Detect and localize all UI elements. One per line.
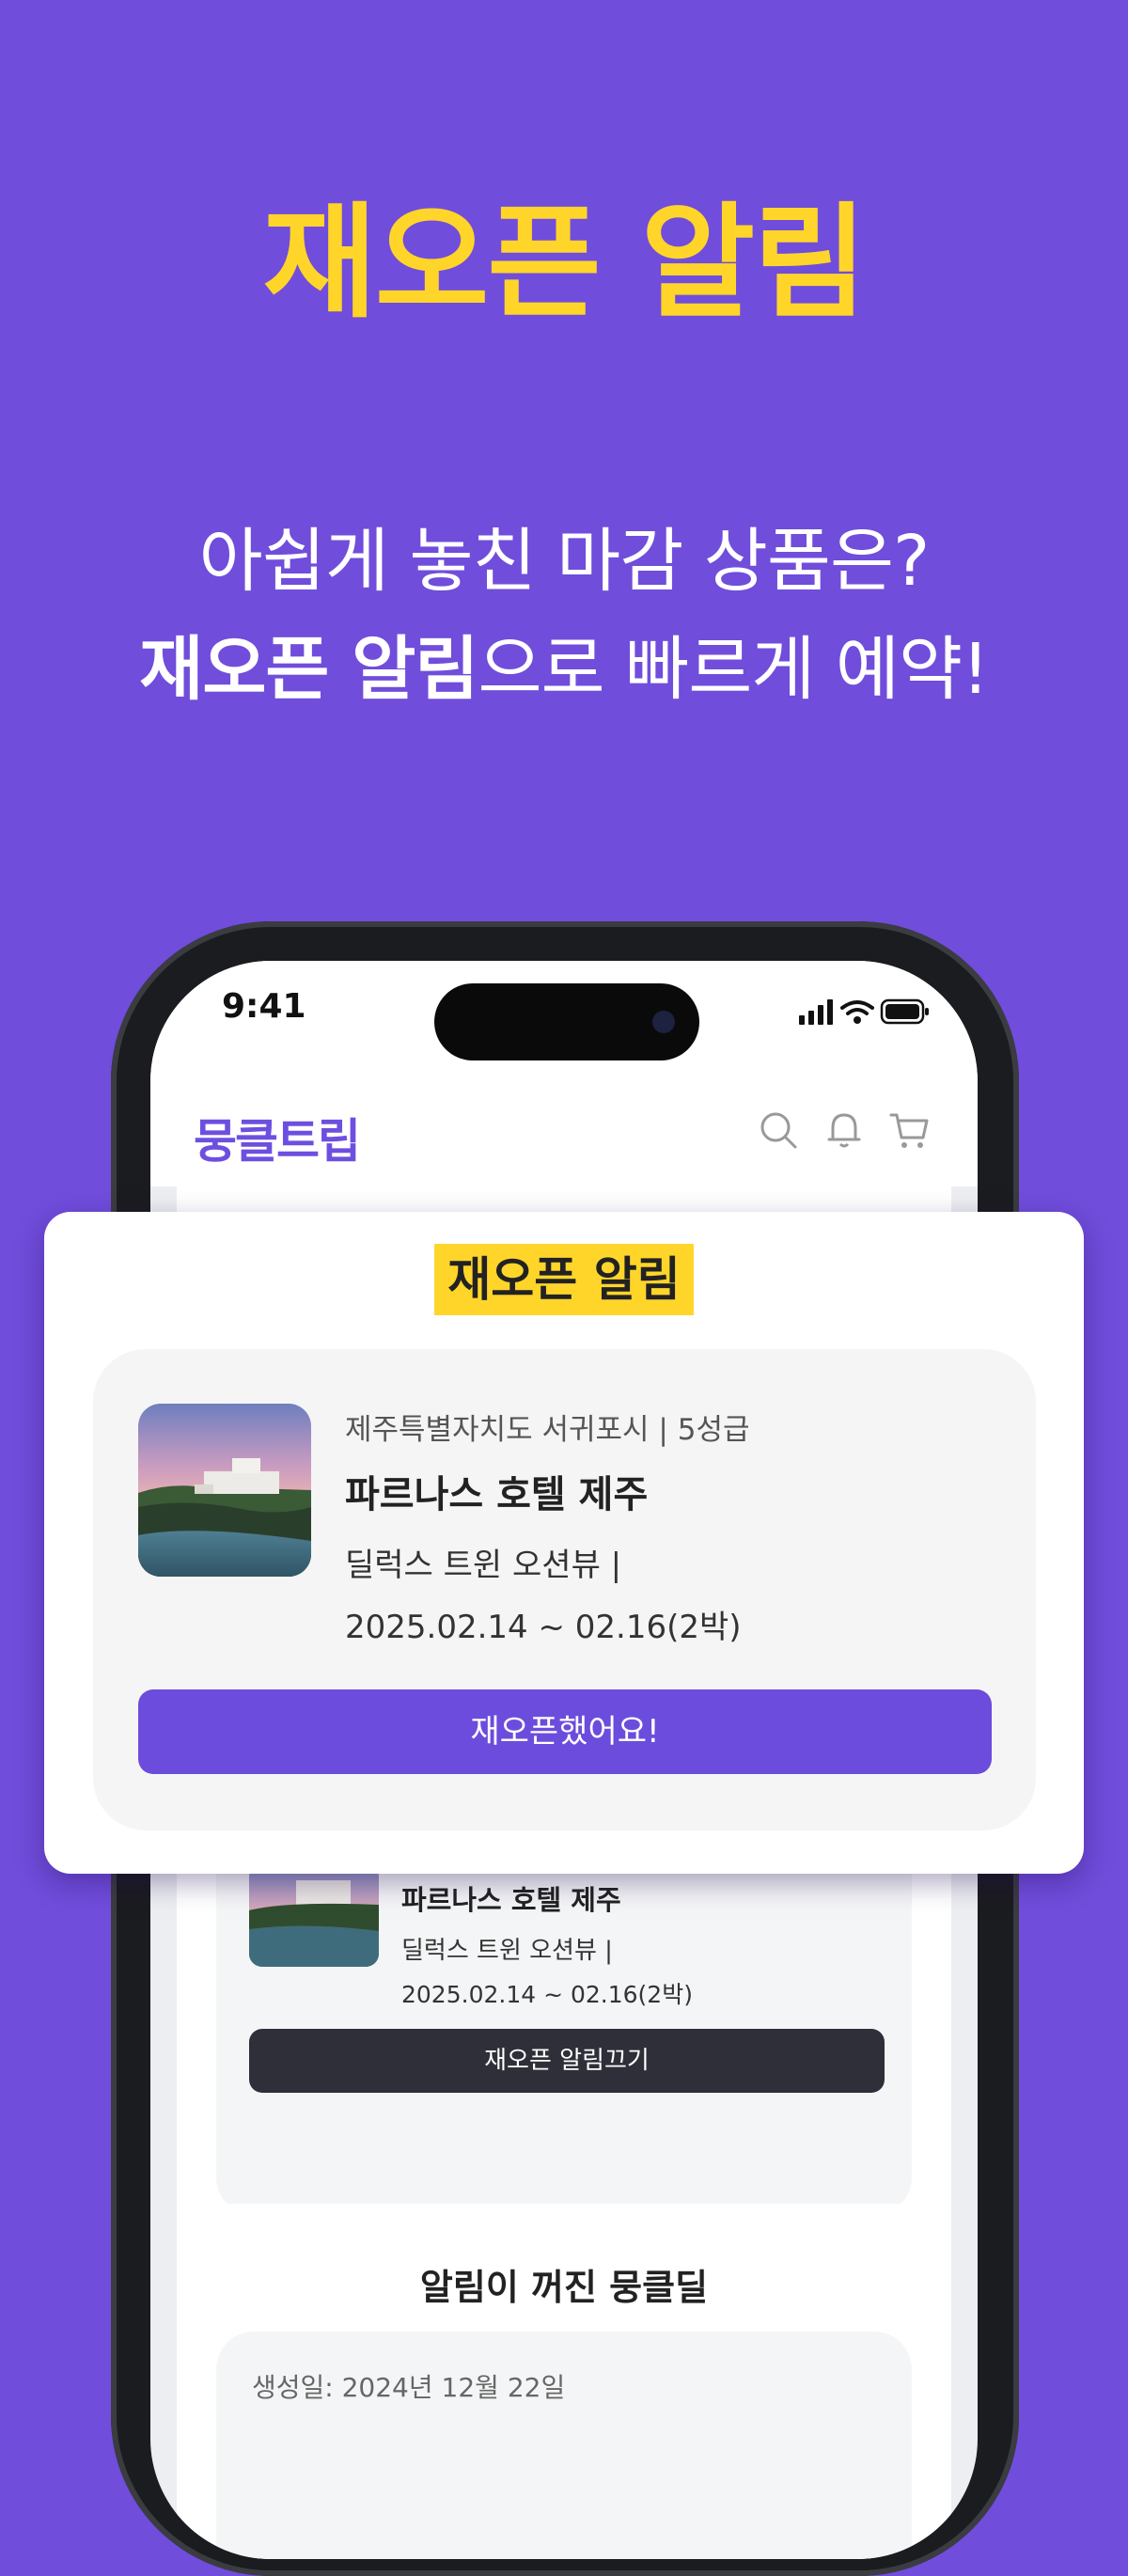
battery-icon	[880, 998, 929, 1025]
cart-icon[interactable]	[887, 1107, 932, 1153]
app-header: 뭉클트립	[150, 1074, 978, 1186]
bell-icon[interactable]	[822, 1107, 867, 1153]
subtitle-rest: 으로 빠르게 예약!	[478, 629, 989, 710]
room-type: 딜럭스 트윈 오션뷰 |	[401, 1937, 613, 1965]
stay-dates: 2025.02.14 ~ 02.16(2박)	[401, 1981, 693, 2008]
popup-title: 재오픈 알림	[434, 1244, 694, 1315]
created-date: 생성일: 2024년 12월 22일	[252, 2372, 566, 2403]
reopened-button[interactable]: 재오픈했어요!	[138, 1689, 992, 1774]
hotel-name: 파르나스 호텔 제주	[401, 1884, 621, 1916]
popup-hotel-name: 파르나스 호텔 제주	[345, 1473, 649, 1516]
subtitle-line-2: 재오픈 알림으로 빠르게 예약!	[0, 627, 1128, 712]
off-alert-item	[216, 2332, 912, 2559]
subtitle-line-1: 아쉽게 놓친 마감 상품은?	[198, 521, 931, 602]
dynamic-island	[434, 983, 699, 1060]
status-icons	[799, 998, 929, 1025]
hotel-location: 제주특별자치도 서귀포시 | 5성급	[345, 1413, 750, 1447]
status-time: 9:41	[222, 987, 306, 1026]
cellular-signal-icon	[799, 999, 833, 1025]
hotel-photo-small	[249, 1863, 379, 1967]
reopen-alert-popup: 재오픈 알림 제주특별자치도 서귀포시 | 5성급 파르나스 호텔 제주 딜럭스…	[44, 1212, 1084, 1874]
popup-stay-dates: 2025.02.14 ~ 02.16(2박)	[345, 1609, 742, 1646]
status-bar: 9:41	[150, 961, 978, 1074]
off-alerts-title: 알림이 꺼진 뭉클딜	[419, 2267, 709, 2308]
popup-room-type: 딜럭스 트윈 오션뷰 |	[345, 1547, 622, 1584]
app-logo[interactable]: 뭉클트립	[194, 1104, 361, 1171]
wifi-icon	[840, 1000, 874, 1015]
search-icon[interactable]	[756, 1107, 801, 1153]
camera-icon	[652, 1011, 675, 1033]
hotel-photo	[138, 1404, 311, 1577]
popup-title-wrap: 재오픈 알림	[44, 1244, 1084, 1315]
headline: 재오픈 알림	[262, 191, 867, 336]
hotel-thumbnail	[138, 1404, 311, 1577]
hotel-thumbnail-small	[249, 1863, 379, 1967]
subtitle-highlight: 재오픈 알림	[139, 629, 478, 710]
turn-off-alert-button[interactable]: 재오픈 알림끄기	[249, 2029, 885, 2093]
